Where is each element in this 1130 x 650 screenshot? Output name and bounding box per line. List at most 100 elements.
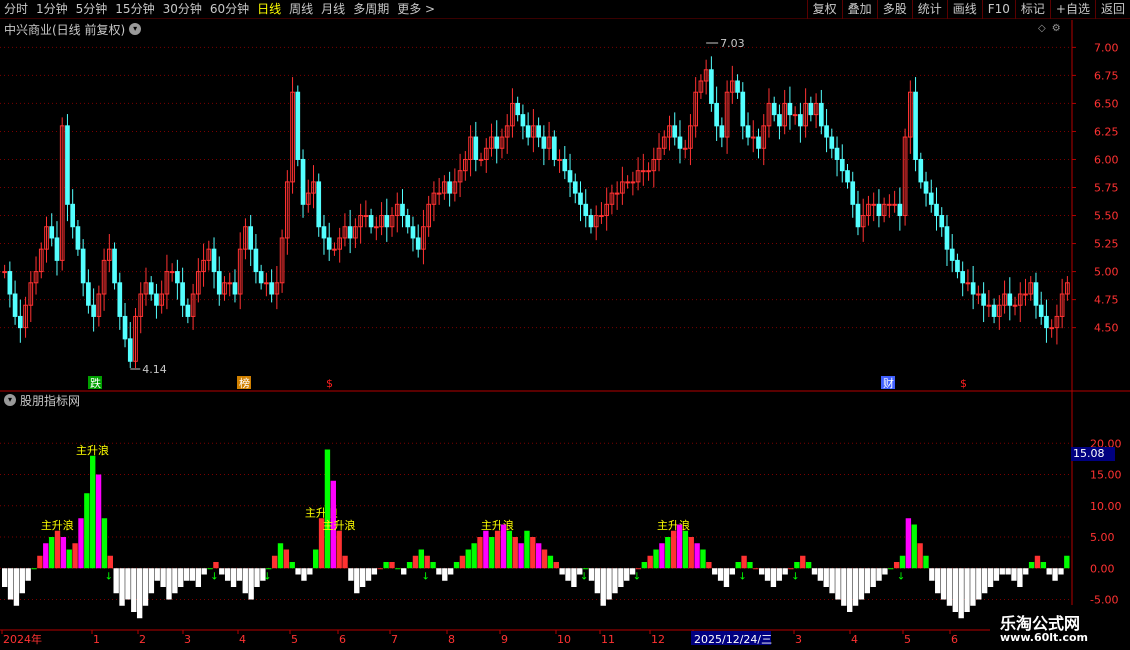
candle-body	[536, 125, 541, 138]
candle-body	[264, 282, 269, 285]
indicator-bar	[13, 568, 20, 606]
indicator-bar	[236, 568, 243, 581]
indicator-bar	[670, 530, 677, 569]
date-label: 3	[795, 633, 802, 646]
candle-body	[1023, 293, 1028, 296]
indicator-bar	[929, 568, 935, 581]
chart-canvas[interactable]: 7.00 6.75 6.50 6.25 6.00 5.75 5.50 5.25 5.00 4.75…	[0, 0, 1130, 650]
candle-body	[175, 271, 180, 284]
indicator-bar	[207, 568, 213, 570]
event-marker: 榜	[239, 376, 250, 390]
indicator-bar	[512, 537, 518, 569]
indicator-bar	[101, 518, 108, 569]
candle-body	[640, 170, 646, 173]
candle-body	[185, 304, 191, 317]
candle-body	[578, 192, 583, 205]
indicator-bar	[354, 568, 360, 594]
indicator-bar	[753, 568, 759, 570]
down-arrow-icon: ↓	[210, 571, 218, 582]
indicator-bar	[412, 555, 419, 569]
candle-body	[112, 248, 117, 284]
candle-body	[887, 203, 892, 206]
date-label: 2024年	[3, 632, 42, 646]
indicator-bar	[107, 555, 113, 569]
indicator-bar	[43, 543, 49, 569]
candle-body	[253, 248, 259, 273]
candle-body	[447, 181, 452, 194]
event-marker: 跌	[90, 376, 101, 390]
indicator-bar	[964, 568, 970, 612]
indicator-bar	[594, 568, 601, 594]
chevron-down-icon[interactable]: ▾	[4, 394, 16, 406]
candle-body	[227, 282, 233, 285]
candle-body	[75, 226, 81, 250]
indicator-bar	[706, 562, 712, 569]
indicator-bar	[905, 518, 912, 569]
indicator-bar	[981, 568, 988, 594]
candle-body	[86, 282, 91, 306]
y-tick-label: 6.00	[1094, 153, 1119, 166]
indicator-bar	[946, 568, 953, 606]
down-arrow-icon: ↓	[633, 571, 641, 582]
candle-body	[677, 136, 683, 149]
candle-body	[976, 293, 981, 296]
event-marker: 财	[883, 376, 894, 390]
candle-body	[913, 91, 918, 160]
candle-body	[949, 248, 955, 261]
candle-body	[944, 226, 950, 250]
date-label: 6	[951, 633, 958, 646]
candle-body	[300, 158, 306, 205]
wave-label: 主升浪	[41, 518, 74, 532]
date-label: 3	[184, 633, 191, 646]
indicator-bar	[119, 568, 125, 606]
indicator-bar	[553, 562, 559, 569]
candle-body	[855, 203, 861, 228]
indicator-bar	[248, 568, 254, 600]
candle-body	[792, 114, 798, 117]
indicator-bar	[1011, 568, 1017, 581]
candle-body	[127, 338, 133, 362]
candle-body	[1012, 304, 1018, 307]
indicator-bar	[987, 568, 994, 587]
candle-body	[91, 304, 96, 317]
indicator-bar	[459, 555, 466, 569]
indicator-bar	[735, 562, 741, 569]
candle-body	[1044, 315, 1049, 329]
y-tick-label: 4.75	[1094, 294, 1119, 307]
candle-body	[630, 181, 636, 184]
wave-label: 主升浪	[322, 518, 355, 532]
candle-body	[541, 136, 547, 149]
candle-body	[960, 271, 966, 284]
indicator-bar	[72, 543, 78, 569]
date-label: 1	[93, 633, 100, 646]
indicator-bar	[729, 568, 736, 575]
indicator-bar	[829, 568, 835, 594]
date-label: 5	[291, 633, 298, 646]
indicator-bar	[447, 568, 454, 575]
indicator-tick-label: 10.00	[1090, 500, 1122, 513]
indicator-bar	[2, 568, 8, 587]
indicator-bar	[453, 562, 460, 569]
indicator-bar	[694, 543, 700, 569]
candle-body	[12, 293, 18, 317]
indicator-bar	[401, 568, 407, 575]
candle-body	[829, 136, 835, 149]
candle-body	[892, 203, 897, 206]
down-arrow-icon: ↓	[422, 571, 430, 582]
candle-body	[1038, 304, 1044, 317]
candle-body	[934, 203, 939, 217]
indicator-bar	[864, 568, 870, 594]
indicator-bar	[565, 568, 571, 581]
indicator-bar	[7, 568, 14, 600]
candle-body	[1049, 327, 1055, 330]
candle-body	[347, 226, 353, 239]
candle-body	[834, 147, 840, 160]
indicator-bar	[313, 549, 319, 569]
indicator-bar	[266, 568, 272, 570]
indicator-bar	[530, 537, 536, 569]
indicator-bar	[1046, 568, 1052, 575]
indicator-bar	[142, 568, 149, 606]
candle-body	[515, 102, 521, 116]
candle-body	[368, 215, 374, 228]
indicator-bar	[348, 568, 354, 581]
